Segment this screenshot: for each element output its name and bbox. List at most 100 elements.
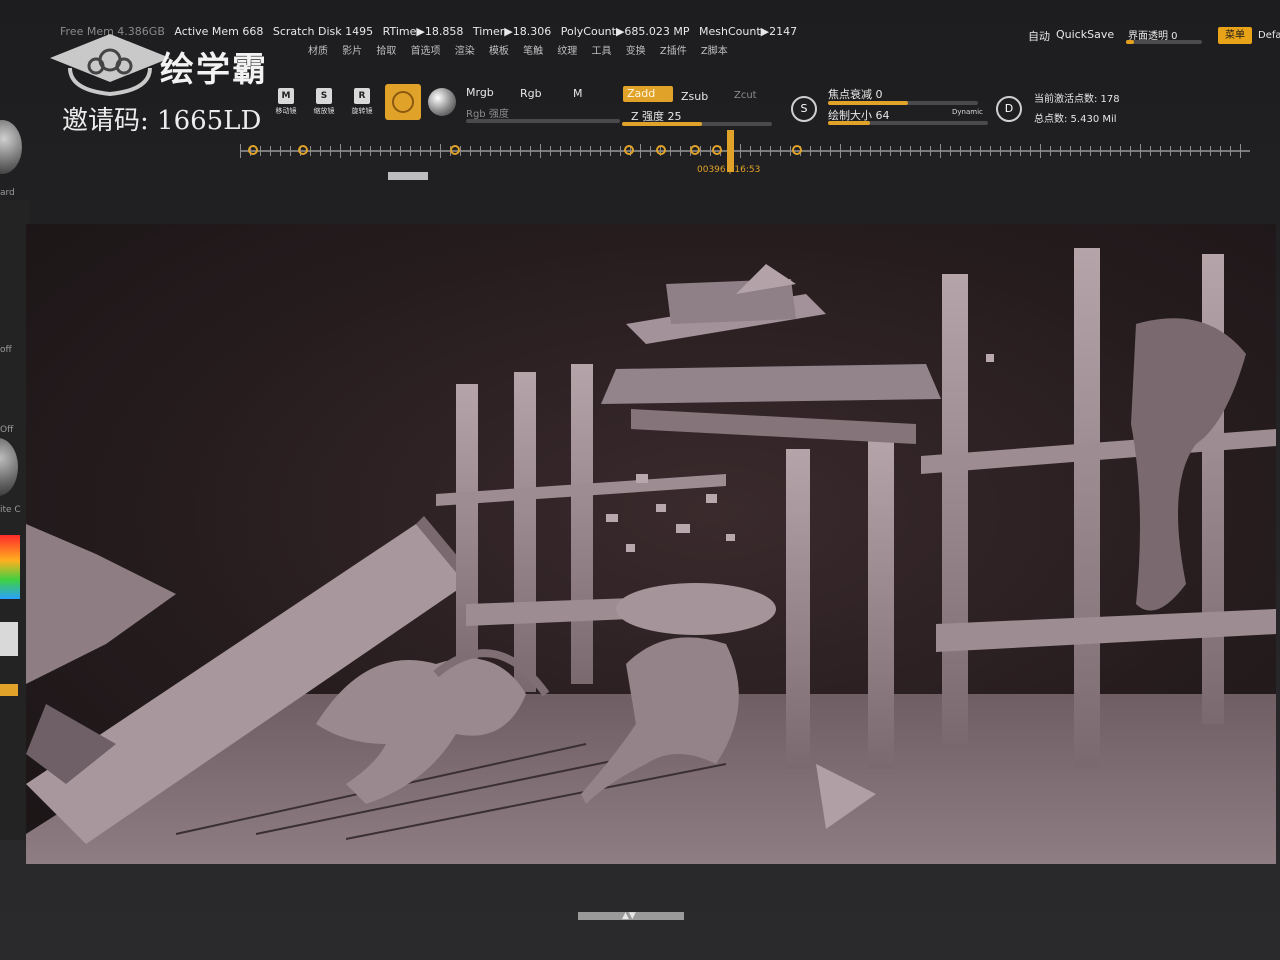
menu-item-zplugin[interactable]: Z插件 [660,46,687,57]
bottom-tray-handle[interactable]: ▲▼ [578,911,684,921]
viewport-canvas[interactable] [26,224,1276,864]
timeline-tick [480,146,481,156]
interface-transparency-slider[interactable] [1126,40,1202,44]
default-label[interactable]: Defa [1258,30,1280,41]
keyframe[interactable] [624,145,634,155]
menu-item-material[interactable]: 材质 [308,46,328,57]
menu-item-tool[interactable]: 工具 [592,46,612,57]
timeline-tick [440,144,441,158]
scratch-disk: Scratch Disk 1495 [272,25,374,38]
timeline-tick [780,146,781,156]
timeline-tick [1170,146,1171,156]
secondary-color-swatch[interactable] [0,684,18,696]
timeline-tick [260,146,261,156]
material-sphere-icon[interactable] [428,88,456,116]
material-preview-icon[interactable] [0,120,22,174]
zcut-button[interactable]: Zcut [734,90,757,101]
m-button[interactable]: M [573,87,583,100]
timeline-tick [960,146,961,156]
timeline-tick [500,146,501,156]
timeline-tick [240,144,241,158]
draw-size-slider[interactable] [828,121,988,125]
quicksave-button[interactable]: QuickSave [1056,28,1114,41]
menu-item-picker[interactable]: 拾取 [376,46,396,57]
move-tool-button[interactable]: M 移动镜 [272,88,300,116]
timeline-tick [990,146,991,156]
timeline-tick [710,146,711,156]
menu-item-texture[interactable]: 纹理 [557,46,577,57]
main-color-swatch[interactable] [0,622,18,656]
timeline-tick [1200,146,1201,156]
color-picker[interactable] [0,535,20,599]
keyframe[interactable] [792,145,802,155]
timeline-tick [1110,146,1111,156]
brush-s-icon[interactable]: S [791,96,817,122]
timeline[interactable] [240,140,1256,162]
timeline-tick [1040,144,1041,158]
menu-button[interactable]: 菜单 [1218,27,1252,44]
brush-d-icon[interactable]: D [996,96,1022,122]
sculpt-scene [26,248,1276,864]
rgb-button[interactable]: Rgb [520,87,542,100]
timeline-tick [1020,146,1021,156]
timeline-tick [390,146,391,156]
keyframe[interactable] [656,145,666,155]
menu-item-stencil[interactable]: 模板 [489,46,509,57]
menu-item-transform[interactable]: 变换 [626,46,646,57]
timeline-tick [1160,146,1161,156]
timeline-tick [820,146,821,156]
total-points: 总点数: 5.430 Mil [1034,114,1117,125]
auto-label[interactable]: 自动 [1028,28,1050,44]
keyframe[interactable] [248,145,258,155]
timeline-tick [330,146,331,156]
timeline-tick [1030,146,1031,156]
timeline-tick [400,146,401,156]
timeline-tick [910,146,911,156]
focal-shift-slider[interactable] [828,101,978,105]
draw-button[interactable] [385,84,421,120]
dynamic-toggle[interactable]: Dynamic [952,108,983,116]
z-intensity-slider[interactable] [622,122,772,126]
keyframe[interactable] [450,145,460,155]
timeline-tick [920,146,921,156]
timeline-tick [640,144,641,158]
rtime: RTime▶18.858 [382,25,464,38]
scale-tool-button[interactable]: S 缩放镜 [310,88,338,116]
timeline-tick [830,146,831,156]
left-label: ite C [0,505,21,515]
timeline-tick [850,146,851,156]
menu-item-preferences[interactable]: 首选项 [411,46,441,57]
timeline-tick [1240,144,1241,158]
left-label: Off [0,425,14,435]
timeline-scroll-thumb[interactable] [388,172,428,180]
timeline-tick [970,146,971,156]
zadd-button[interactable]: Zadd [623,86,673,102]
keyframe[interactable] [712,145,722,155]
timeline-tick [950,146,951,156]
timeline-tick [790,146,791,156]
menu-item-movie[interactable]: 影片 [342,46,362,57]
menu-item-stroke[interactable]: 笔触 [523,46,543,57]
timeline-tick [1120,146,1121,156]
timeline-tick [980,146,981,156]
brand-name: 绘学霸 [160,50,268,90]
zsub-button[interactable]: Zsub [681,90,708,103]
timeline-tick [1190,146,1191,156]
rgb-intensity-slider[interactable] [466,119,620,123]
mrgb-button[interactable]: Mrgb [466,86,494,99]
left-label: ard [0,188,15,198]
timeline-tick [760,146,761,156]
timeline-tick [310,146,311,156]
menu-item-zscript[interactable]: Z脚本 [701,46,728,57]
timeline-tick [930,146,931,156]
timeline-tick [370,146,371,156]
keyframe[interactable] [690,145,700,155]
focal-shift-label: 焦点衰减 0 [828,88,883,101]
timeline-tick [1080,146,1081,156]
menu-item-render[interactable]: 渲染 [455,46,475,57]
timeline-tick [490,146,491,156]
rgb-intensity-label: Rgb 强度 [466,109,509,120]
rotate-tool-button[interactable]: R 旋转镜 [348,88,376,116]
active-mem: Active Mem 668 [174,25,264,38]
keyframe[interactable] [298,145,308,155]
